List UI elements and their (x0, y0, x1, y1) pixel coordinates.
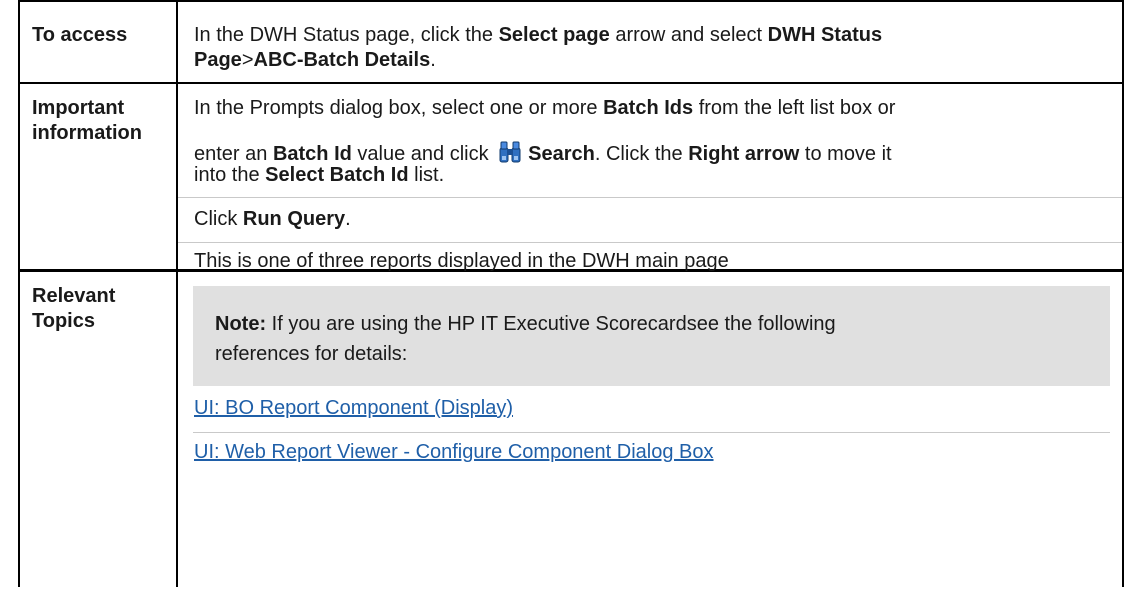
right-arrow-term: Right arrow (688, 143, 800, 165)
note-line-1: Note: If you are using the HP IT Executi… (215, 313, 836, 335)
important-line-5: This is one of three reports displayed i… (194, 250, 729, 272)
batch-ids-term: Batch Ids (603, 97, 694, 119)
select-batch-id-term: Select Batch Id (265, 164, 409, 186)
divider (178, 242, 1122, 243)
note-line-2: references for details: (215, 343, 408, 365)
row-content-to-access: In the DWH Status page, click the Select… (178, 2, 1122, 82)
binoculars-icon (498, 140, 522, 166)
row-to-access: To access In the DWH Status page, click … (20, 0, 1122, 82)
row-content-important-information: In the Prompts dialog box, select one or… (178, 84, 1122, 272)
important-line-3: into the Select Batch Id list. (194, 164, 445, 186)
link-bo-report-component[interactable]: UI: BO Report Component (Display) (194, 396, 513, 421)
row-relevant-topics: Relevant Topics Note: If you are using t… (20, 269, 1122, 587)
access-line-1: In the DWH Status page, click the Select… (194, 24, 883, 46)
dwh-status-term: DWH Status (767, 24, 883, 46)
row-content-relevant-topics: Note: If you are using the HP IT Executi… (178, 272, 1122, 587)
note-box: Note: If you are using the HP IT Executi… (193, 286, 1110, 386)
batch-id-term: Batch Id (272, 143, 352, 165)
important-line-1: In the Prompts dialog box, select one or… (194, 97, 896, 119)
note-label: Note: (215, 313, 267, 335)
row-label-important-information: Important information (20, 84, 178, 269)
access-line-2: Page>ABC-Batch Details. (194, 49, 436, 71)
abc-batch-term: ABC-Batch Details (253, 49, 431, 71)
important-line-4: Click Run Query. (194, 208, 351, 230)
row-label-relevant-topics: Relevant Topics (20, 272, 178, 587)
search-term: Search (528, 143, 595, 165)
link-web-report-viewer[interactable]: UI: Web Report Viewer - Configure Compon… (194, 440, 714, 465)
select-page-term: Select page (498, 24, 610, 46)
row-important-information: Important information In the Prompts dia… (20, 82, 1122, 272)
row-label-to-access: To access (20, 2, 178, 82)
divider (178, 197, 1122, 198)
divider (193, 432, 1110, 433)
info-table: To access In the DWH Status page, click … (18, 0, 1124, 587)
page-term: Page (194, 49, 242, 71)
run-query-term: Run Query (242, 208, 346, 230)
